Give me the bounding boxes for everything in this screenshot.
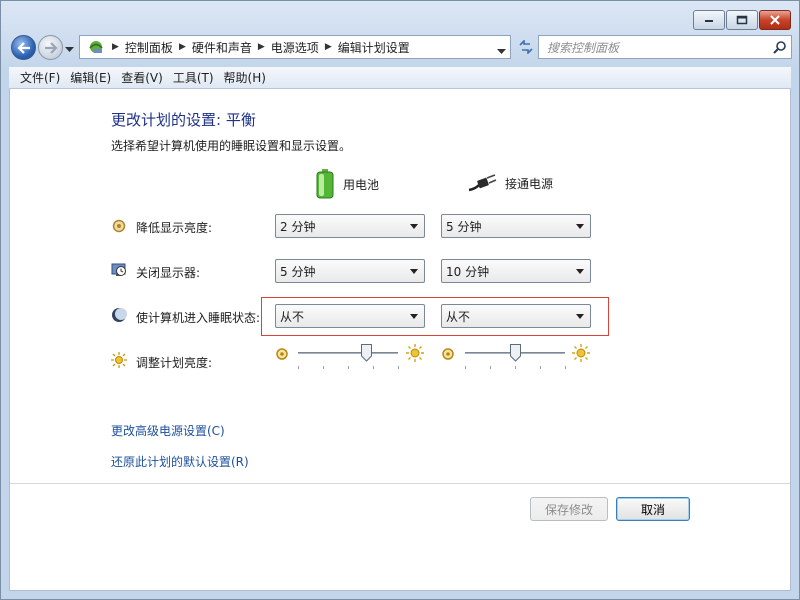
close-button[interactable] — [759, 10, 791, 30]
dim-sun-icon — [276, 348, 288, 360]
forward-button[interactable] — [38, 35, 63, 60]
battery-column-label: 用电池 — [343, 177, 380, 192]
plugged-column-label: 接通电源 — [505, 176, 554, 191]
plugged-column-header: 接通电源 — [467, 173, 553, 193]
turn-off-display-plugged-value: 10 分钟 — [446, 264, 490, 279]
moon-icon — [112, 308, 127, 322]
sleep-plugged-select[interactable]: 从不 — [441, 304, 591, 328]
control-panel-icon — [86, 38, 106, 56]
chevron-down-icon — [410, 224, 418, 229]
slider-tick — [515, 366, 516, 369]
page-subtitle: 选择希望计算机使用的睡眠设置和显示设置。 — [111, 139, 352, 153]
slider-tick — [540, 366, 541, 369]
menu-bar: 文件(F) 编辑(E) 查看(V) 工具(T) 帮助(H) — [9, 67, 791, 89]
recent-pages-dropdown[interactable] — [65, 42, 74, 56]
menu-file[interactable]: 文件(F) — [15, 69, 65, 86]
chevron-down-icon — [497, 49, 506, 54]
chevron-down-icon — [576, 224, 584, 229]
save-changes-button[interactable]: 保存修改 — [530, 497, 608, 521]
chevron-down-icon — [410, 269, 418, 274]
refresh-button[interactable] — [515, 35, 537, 59]
menu-edit[interactable]: 编辑(E) — [65, 69, 116, 86]
plugged-brightness-slider[interactable] — [465, 342, 566, 370]
power-plug-icon — [468, 174, 497, 192]
chevron-down-icon — [410, 314, 418, 319]
slider-tick — [298, 366, 299, 369]
content-pane: 更改计划的设置: 平衡 选择希望计算机使用的睡眠设置和显示设置。 用电池 接通电… — [9, 89, 791, 591]
address-bar[interactable]: ▶ 控制面板 ▶ 硬件和声音 ▶ 电源选项 ▶ 编辑计划设置 — [79, 35, 511, 59]
page-title: 更改计划的设置: 平衡 — [111, 111, 256, 129]
maximize-button[interactable] — [726, 10, 758, 30]
turn-off-display-battery-value: 5 分钟 — [280, 264, 316, 279]
dim-display-label: 降低显示亮度: — [136, 221, 213, 235]
menu-tools[interactable]: 工具(T) — [168, 69, 219, 86]
slider-tick — [465, 366, 466, 369]
close-icon — [770, 15, 780, 25]
advanced-power-settings-link[interactable]: 更改高级电源设置(C) — [111, 422, 225, 439]
sleep-battery-select[interactable]: 从不 — [275, 304, 425, 328]
restore-defaults-link[interactable]: 还原此计划的默认设置(R) — [111, 453, 249, 470]
search-icon[interactable] — [769, 36, 791, 58]
breadcrumb-hardware-sound[interactable]: 硬件和声音 — [192, 39, 252, 56]
slider-tick — [565, 366, 566, 369]
chevron-down-icon — [576, 269, 584, 274]
minimize-icon — [705, 20, 713, 22]
address-dropdown[interactable] — [497, 44, 506, 58]
slider-tick — [398, 366, 399, 369]
turn-off-display-battery-select[interactable]: 5 分钟 — [275, 259, 425, 283]
breadcrumb-separator-icon[interactable]: ▶ — [179, 42, 186, 52]
minimize-button[interactable] — [693, 10, 725, 30]
breadcrumb-control-panel[interactable]: 控制面板 — [125, 39, 173, 56]
sun-icon — [111, 352, 127, 368]
sleep-battery-value: 从不 — [280, 309, 305, 324]
breadcrumb-edit-plan[interactable]: 编辑计划设置 — [338, 39, 410, 56]
menu-help[interactable]: 帮助(H) — [219, 69, 271, 86]
dim-display-icon — [112, 219, 126, 233]
caption-buttons — [692, 10, 791, 30]
control-panel-window: ▶ 控制面板 ▶ 硬件和声音 ▶ 电源选项 ▶ 编辑计划设置 搜索控制面板 文件… — [0, 0, 800, 600]
slider-tick — [373, 366, 374, 369]
battery-brightness-slider[interactable] — [298, 342, 399, 370]
turn-off-display-plugged-select[interactable]: 10 分钟 — [441, 259, 591, 283]
breadcrumb-separator-icon[interactable]: ▶ — [325, 42, 332, 52]
menu-view[interactable]: 查看(V) — [116, 69, 168, 86]
arrow-right-icon — [44, 41, 58, 54]
search-input[interactable]: 搜索控制面板 — [547, 39, 769, 56]
slider-tick — [323, 366, 324, 369]
maximize-icon — [736, 15, 748, 25]
dim-display-plugged-value: 5 分钟 — [446, 219, 482, 234]
footer-divider — [10, 483, 790, 484]
brightness-label: 调整计划亮度: — [136, 356, 213, 370]
dim-display-battery-select[interactable]: 2 分钟 — [275, 214, 425, 238]
turn-off-display-label: 关闭显示器: — [136, 266, 201, 280]
search-box[interactable]: 搜索控制面板 — [538, 35, 792, 59]
bright-sun-icon — [406, 344, 424, 362]
battery-column-header: 用电池 — [315, 169, 379, 199]
sleep-label: 使计算机进入睡眠状态: — [136, 311, 261, 325]
breadcrumb-separator-icon[interactable]: ▶ — [112, 42, 119, 52]
breadcrumb-separator-icon[interactable]: ▶ — [258, 42, 265, 52]
slider-tick — [348, 366, 349, 369]
battery-icon — [316, 169, 334, 199]
dim-sun-icon — [442, 348, 454, 360]
slider-track — [298, 352, 398, 354]
chevron-down-icon — [65, 47, 74, 52]
navigation-bar: ▶ 控制面板 ▶ 硬件和声音 ▶ 电源选项 ▶ 编辑计划设置 搜索控制面板 — [9, 33, 792, 61]
sleep-plugged-value: 从不 — [446, 309, 471, 324]
dim-display-battery-value: 2 分钟 — [280, 219, 316, 234]
arrow-left-icon — [16, 41, 30, 54]
back-button[interactable] — [11, 35, 36, 60]
slider-tick — [490, 366, 491, 369]
monitor-clock-icon — [111, 263, 126, 276]
slider-thumb[interactable] — [360, 344, 372, 362]
refresh-icon — [519, 40, 533, 54]
chevron-down-icon — [576, 314, 584, 319]
cancel-button[interactable]: 取消 — [616, 497, 690, 521]
bright-sun-icon — [572, 344, 590, 362]
slider-thumb[interactable] — [509, 344, 521, 362]
dim-display-plugged-select[interactable]: 5 分钟 — [441, 214, 591, 238]
breadcrumb-power-options[interactable]: 电源选项 — [271, 39, 319, 56]
